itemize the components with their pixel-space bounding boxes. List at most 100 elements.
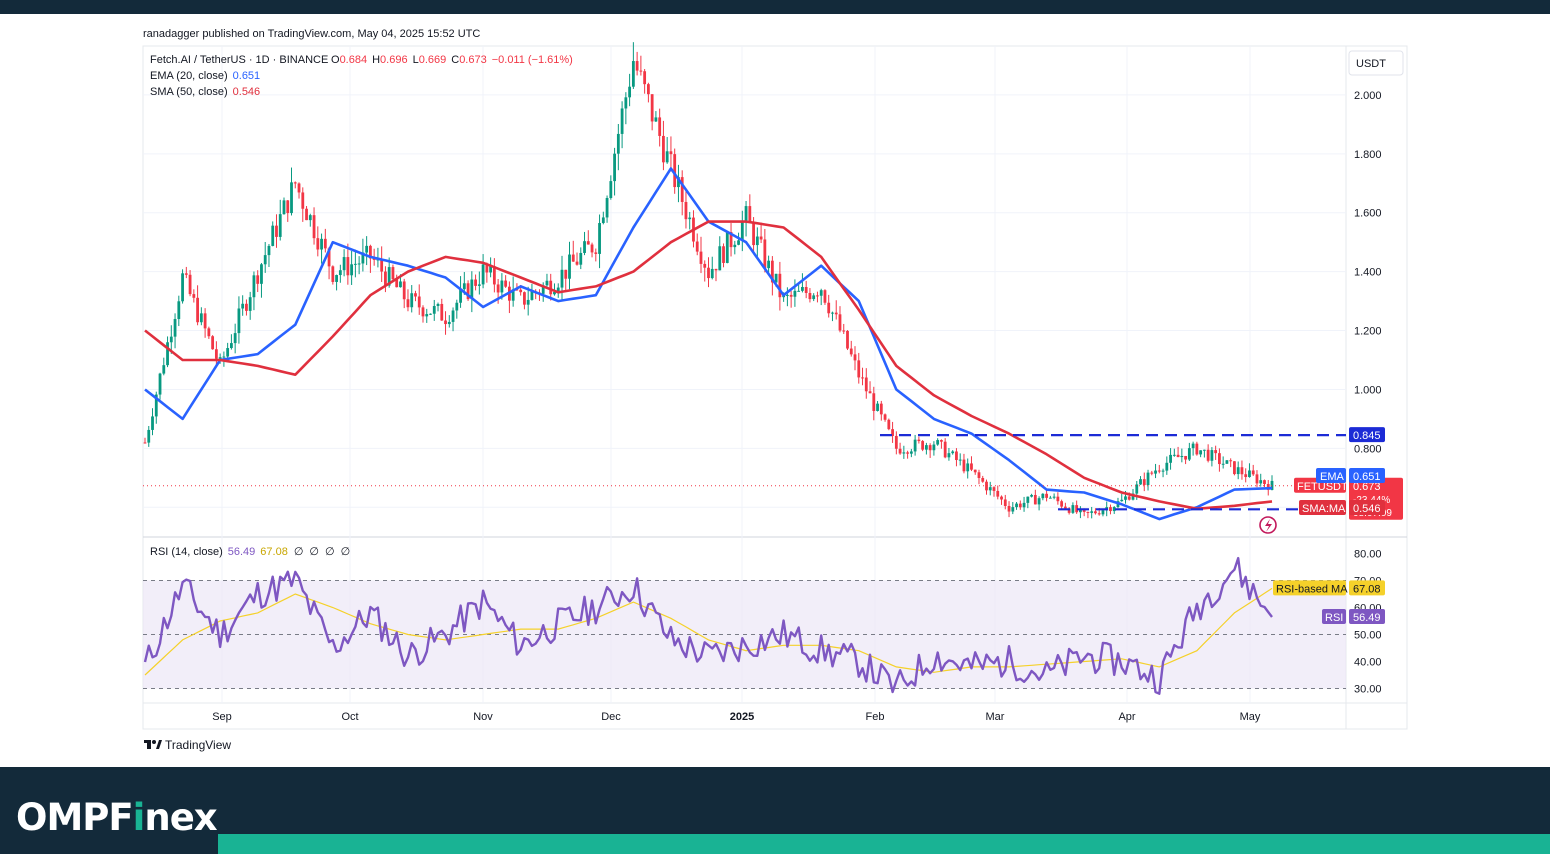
candle-body	[1124, 496, 1127, 500]
candle-body	[241, 303, 245, 309]
candlestick-series	[143, 42, 1274, 519]
candle-body	[924, 445, 928, 450]
candle-body	[399, 281, 402, 288]
candle-body	[350, 264, 354, 276]
candle-body	[789, 294, 793, 297]
candle-body	[526, 299, 530, 305]
candle-body	[1229, 460, 1233, 462]
candle-body	[1060, 501, 1064, 507]
candle-body	[992, 487, 996, 491]
candle-body	[233, 333, 237, 344]
candle-body	[530, 291, 534, 300]
candle-body	[740, 222, 744, 241]
candle-body	[1154, 470, 1157, 474]
candle-body	[414, 293, 417, 297]
candle-body	[793, 290, 797, 297]
candle-body	[861, 377, 864, 379]
y-tick-label: 1.600	[1354, 208, 1382, 220]
candle-body	[1045, 493, 1048, 498]
candle-body	[222, 356, 226, 358]
candle-body	[477, 284, 481, 286]
candle-body	[1018, 503, 1022, 508]
candle-body	[237, 308, 241, 334]
candle-body	[1244, 474, 1248, 478]
candle-body	[1248, 470, 1251, 478]
candle-body	[973, 469, 977, 473]
candle-body	[1094, 511, 1097, 514]
candle-body	[335, 275, 338, 282]
candle-body	[812, 295, 816, 300]
candle-body	[1097, 513, 1101, 515]
legend-ohlc: O0.684 H0.696 L0.669 C0.673 −0.011 (−1.61%)	[331, 54, 573, 66]
sma-tag-value: 0.546	[1353, 503, 1381, 515]
candle-body	[1086, 511, 1090, 513]
candle-body	[752, 222, 755, 246]
candle-body	[252, 275, 256, 298]
flash-alert-icon[interactable]	[1259, 516, 1277, 534]
candle-body	[755, 236, 759, 246]
candle-body	[955, 451, 958, 461]
candle-body	[849, 348, 853, 355]
candle-body	[1127, 496, 1131, 500]
candle-body	[184, 273, 188, 275]
candle-body	[346, 257, 350, 276]
candle-body	[496, 284, 500, 293]
candle-body	[598, 223, 601, 254]
candle-body	[1165, 462, 1169, 471]
candle-body	[384, 271, 387, 286]
candle-body	[1221, 463, 1225, 465]
candle-body	[1011, 507, 1015, 512]
candle-body	[523, 292, 526, 305]
candle-body	[737, 240, 740, 245]
candle-body	[579, 252, 583, 265]
x-tick-label: Oct	[341, 711, 358, 723]
candle-body	[714, 268, 718, 271]
candle-body	[207, 328, 211, 337]
tradingview-logo-icon	[144, 740, 162, 749]
candle-body	[293, 182, 297, 184]
candle-body	[932, 444, 936, 451]
candle-body	[380, 259, 384, 272]
candle-body	[639, 70, 643, 72]
candle-body	[827, 302, 831, 314]
rsi-y-tick-label: 80.00	[1354, 549, 1382, 561]
y-tick-label: 1.200	[1354, 326, 1382, 338]
x-tick-label: Dec	[601, 711, 621, 723]
candle-body	[1026, 496, 1030, 503]
candle-body	[230, 343, 233, 349]
candle-body	[158, 373, 162, 395]
candle-body	[620, 108, 624, 134]
x-tick-label: 2025	[730, 711, 754, 723]
candle-body	[568, 254, 571, 279]
candle-body	[703, 263, 707, 268]
candle-body	[151, 416, 154, 430]
candle-body	[688, 217, 692, 220]
candle-body	[857, 360, 861, 378]
candle-body	[267, 245, 271, 256]
rsi-y-tick-label: 50.00	[1354, 630, 1382, 642]
candle-body	[436, 303, 440, 306]
candle-body	[943, 441, 947, 458]
rsi-pane: 80.0070.0060.0050.0040.0030.00RSI-based …	[143, 549, 1385, 696]
chart-card: ranadagger published on TradingView.com,…	[0, 14, 1550, 767]
price-tags: 0.8450.593FETUSDT0.673-23.44%08:07:09EMA…	[1294, 427, 1403, 520]
candle-body	[1142, 479, 1146, 486]
candle-body	[1199, 450, 1203, 455]
candle-body	[909, 451, 913, 454]
legend-symbol: Fetch.AI / TetherUS · 1D · BINANCE	[150, 54, 328, 66]
candle-body	[1120, 499, 1124, 502]
y-tick-label: 1.400	[1354, 267, 1382, 279]
candle-body	[1033, 494, 1037, 505]
candle-body	[425, 314, 429, 317]
candle-body	[162, 365, 166, 374]
candle-body	[1263, 480, 1266, 485]
candle-body	[921, 441, 925, 450]
candle-body	[1090, 511, 1094, 513]
candle-body	[1259, 480, 1263, 484]
candle-body	[872, 393, 876, 411]
candle-body	[601, 217, 605, 224]
candle-body	[1022, 502, 1026, 508]
candle-body	[853, 354, 857, 361]
candle-body	[286, 200, 290, 214]
candle-body	[549, 280, 553, 295]
